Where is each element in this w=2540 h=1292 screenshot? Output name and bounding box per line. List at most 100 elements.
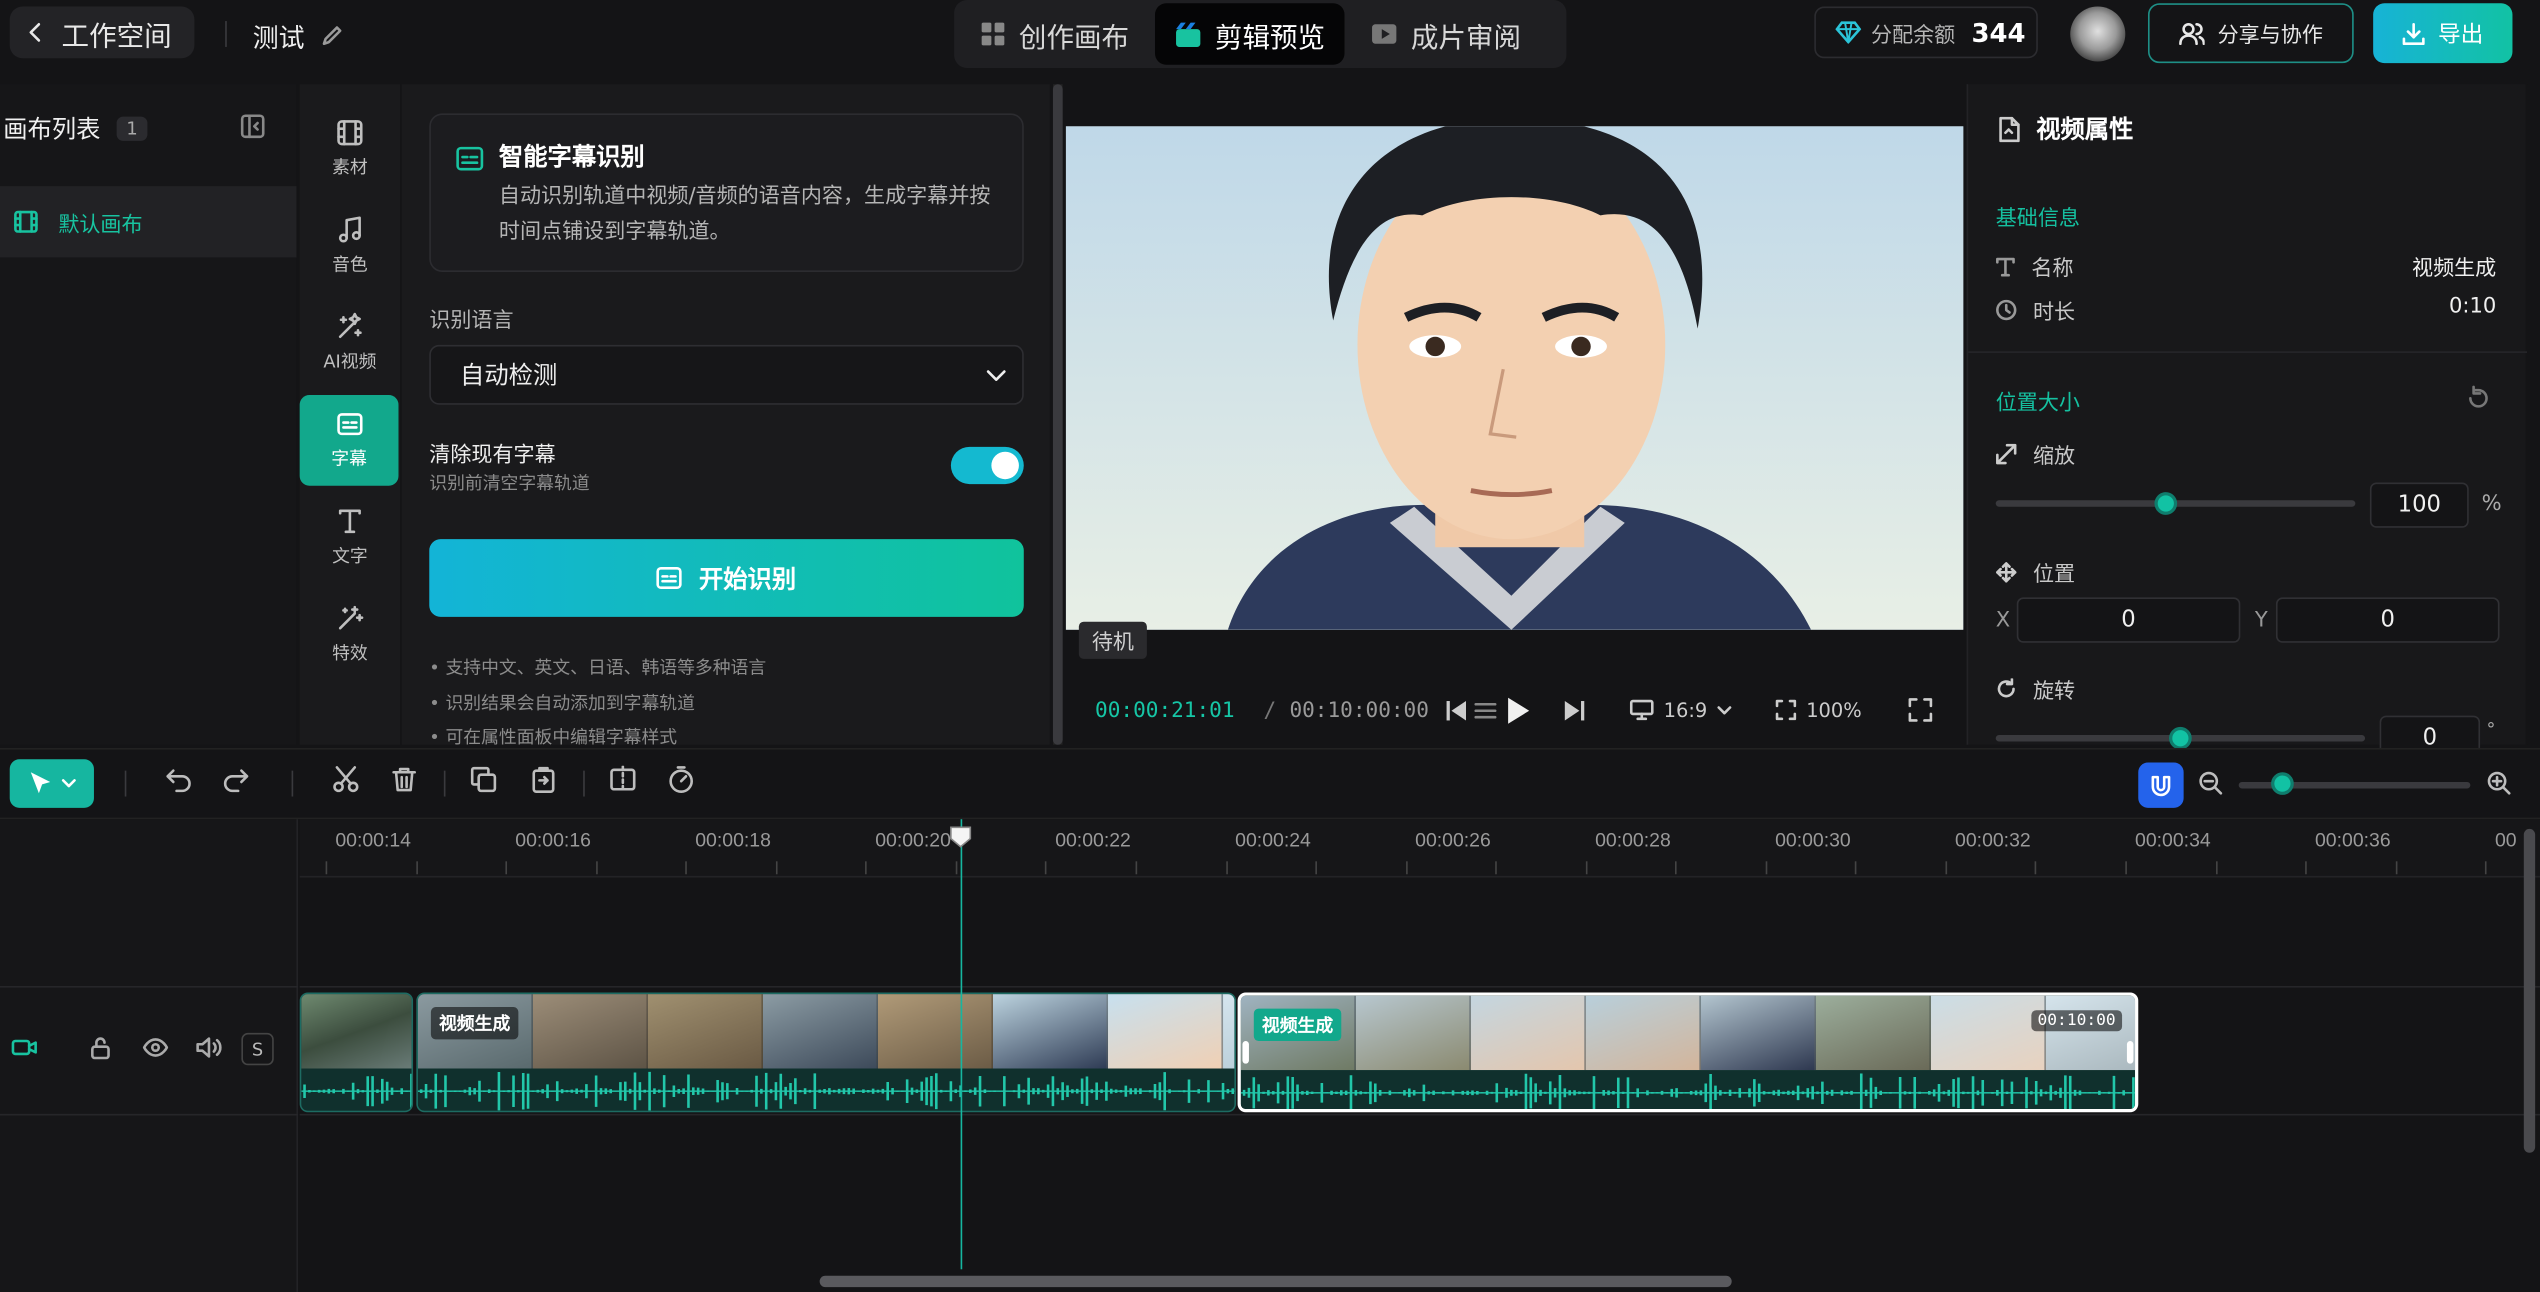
zoom-fit-button[interactable]: 100% — [1775, 699, 1862, 722]
tips-list: • 支持中文、英文、日语、韩语等多种语言 • 识别结果会自动添加到字幕轨道 • … — [429, 651, 766, 755]
monitor-icon — [1629, 699, 1654, 722]
select-tool-button[interactable] — [9, 759, 94, 808]
paste-icon[interactable] — [530, 766, 558, 794]
video-preview: 待机 00:00:21:01 / 00:10:00:00 16:9 100% — [1065, 84, 1964, 745]
undo-icon[interactable] — [165, 766, 193, 794]
rail-item-label: 文字 — [332, 545, 368, 567]
tab-final-review[interactable]: 成片审阅 — [1351, 3, 1541, 65]
zoom-in-icon[interactable] — [2487, 771, 2511, 795]
aspect-ratio-select[interactable]: 16:9 — [1629, 699, 1732, 722]
panel-scrollbar[interactable] — [1052, 84, 1063, 745]
ruler-tick — [2305, 861, 2307, 875]
scissors-icon[interactable] — [332, 766, 360, 794]
playback-controls: 00:00:21:01 / 00:10:00:00 16:9 100% — [1066, 686, 1963, 735]
pencil-icon[interactable] — [321, 24, 344, 47]
zoom-out-icon[interactable] — [2198, 771, 2223, 795]
skip-forward-icon[interactable] — [1562, 699, 1588, 722]
tab-label: 成片审阅 — [1410, 21, 1522, 55]
ruler-tick — [325, 861, 328, 875]
scale-input[interactable]: 100 — [2369, 482, 2469, 528]
start-recognition-button[interactable]: 开始识别 — [429, 539, 1024, 617]
trim-handle-left[interactable] — [1242, 1041, 1249, 1064]
clear-subtitles-toggle[interactable] — [950, 446, 1024, 485]
diamond-icon — [1835, 21, 1862, 44]
video-clip-1[interactable] — [299, 992, 414, 1113]
copy-icon[interactable] — [470, 766, 498, 794]
chevron-down-icon — [986, 368, 1006, 381]
ruler-label: 00:00:20 — [875, 828, 951, 852]
video-camera-icon[interactable] — [11, 1036, 37, 1059]
playhead-line[interactable] — [960, 819, 963, 1270]
project-title[interactable]: 测试 — [253, 16, 344, 55]
timeline-horizontal-scrollbar[interactable] — [819, 1275, 1732, 1288]
video-track-header: S — [0, 985, 299, 1116]
split-icon[interactable] — [609, 765, 637, 794]
timeline-zoom-handle[interactable] — [2271, 772, 2294, 795]
list-icon[interactable] — [1474, 699, 1497, 722]
subtitle-recognition-panel: 智能字幕识别 自动识别轨道中视频/音频的语音内容，生成字幕并按时间点铺设到字幕轨… — [401, 84, 1050, 748]
time-ruler[interactable]: 00:00:14 00:00:16 00:00:18 00:00:20 00:00:22… — [299, 819, 2540, 878]
clip-label: 视频生成 — [430, 1007, 519, 1040]
rotate-label-text: 旋转 — [2032, 679, 2076, 705]
divider — [291, 770, 294, 797]
properties-heading: 视频属性 — [2036, 114, 2134, 145]
fullscreen-icon[interactable] — [1908, 698, 1933, 722]
properties-scrollbar[interactable] — [2527, 84, 2540, 745]
rotate-slider-handle[interactable] — [2169, 726, 2192, 750]
reset-icon[interactable] — [2467, 385, 2490, 408]
properties-panel: 视频属性 基础信息 名称 视频生成 时长 0:10 位置大小 缩放 100 % … — [1966, 84, 2528, 761]
trim-handle-right[interactable] — [2126, 1041, 2134, 1064]
x-label: X — [1995, 608, 2011, 634]
volume-icon[interactable] — [196, 1036, 222, 1059]
rail-item-text[interactable]: 文字 — [300, 492, 400, 583]
tip-item: • 支持中文、英文、日语、韩语等多种语言 — [429, 657, 767, 679]
rail-item-effects[interactable]: 特效 — [300, 589, 400, 680]
tab-creative-canvas[interactable]: 创作画布 — [961, 3, 1149, 65]
speed-timer-icon[interactable] — [667, 766, 695, 794]
export-button[interactable]: 导出 — [2373, 3, 2513, 64]
share-collaborate-button[interactable]: 分享与协作 — [2147, 3, 2354, 64]
skip-back-icon[interactable] — [1445, 699, 1468, 722]
play-icon[interactable] — [1503, 696, 1532, 725]
eye-icon[interactable] — [142, 1038, 169, 1057]
canvas-item-default[interactable]: 默认画布 — [0, 186, 297, 258]
magic-wand-icon — [335, 312, 364, 341]
tab-edit-preview[interactable]: 剪辑预览 — [1154, 3, 1345, 65]
position-x-input[interactable]: 0 — [2016, 597, 2241, 643]
avatar[interactable] — [2070, 6, 2126, 62]
language-select[interactable]: 自动检测 — [429, 344, 1024, 405]
solo-button[interactable]: S — [241, 1032, 274, 1066]
clip-duration: 00:10:00 — [2031, 1010, 2123, 1032]
scale-slider-handle[interactable] — [2154, 492, 2178, 515]
ruler-label: 00:00:30 — [1775, 828, 1851, 852]
empty-track-area[interactable] — [300, 1115, 2540, 1291]
scale-label: 缩放 — [1996, 439, 2075, 470]
rail-item-ai-video[interactable]: AI视频 — [300, 298, 400, 389]
lock-icon[interactable] — [89, 1036, 112, 1060]
video-track: 视频生成 视频生成 00:10:00 — [299, 985, 2540, 1116]
redo-icon[interactable] — [222, 766, 250, 794]
users-icon — [2179, 20, 2205, 46]
rail-item-voice[interactable]: 音色 — [300, 201, 400, 292]
snap-magnet-button[interactable] — [2138, 762, 2184, 808]
timeline: S 00:00:14 00:00:16 00:00:18 00:00:20 00:00:… — [0, 819, 2540, 1292]
rail-item-materials[interactable]: 素材 — [300, 104, 400, 195]
rail-item-label: 特效 — [332, 642, 368, 664]
video-clip-3-selected[interactable]: 视频生成 00:10:00 — [1237, 992, 2139, 1113]
collapse-panel-icon[interactable] — [240, 113, 266, 139]
rail-item-subtitles[interactable]: 字幕 — [299, 395, 399, 486]
playhead-marker[interactable] — [949, 826, 972, 849]
back-to-workspace-button[interactable]: 工作空间 — [9, 6, 195, 59]
timeline-vertical-scrollbar[interactable] — [2523, 828, 2536, 1153]
trash-icon[interactable] — [390, 766, 418, 794]
ruler-tick — [505, 861, 508, 875]
divider — [583, 770, 585, 797]
grid-icon — [980, 21, 1006, 47]
canvas-list-title: 画布列表 1 — [3, 112, 148, 146]
video-clip-2[interactable]: 视频生成 — [416, 992, 1236, 1113]
ruler-tick — [2035, 861, 2037, 875]
position-y-input[interactable]: 0 — [2275, 597, 2500, 643]
quota-value: 344 — [1971, 16, 2026, 48]
preview-frame[interactable] — [1065, 126, 1964, 630]
ruler-tick — [1315, 861, 1317, 875]
